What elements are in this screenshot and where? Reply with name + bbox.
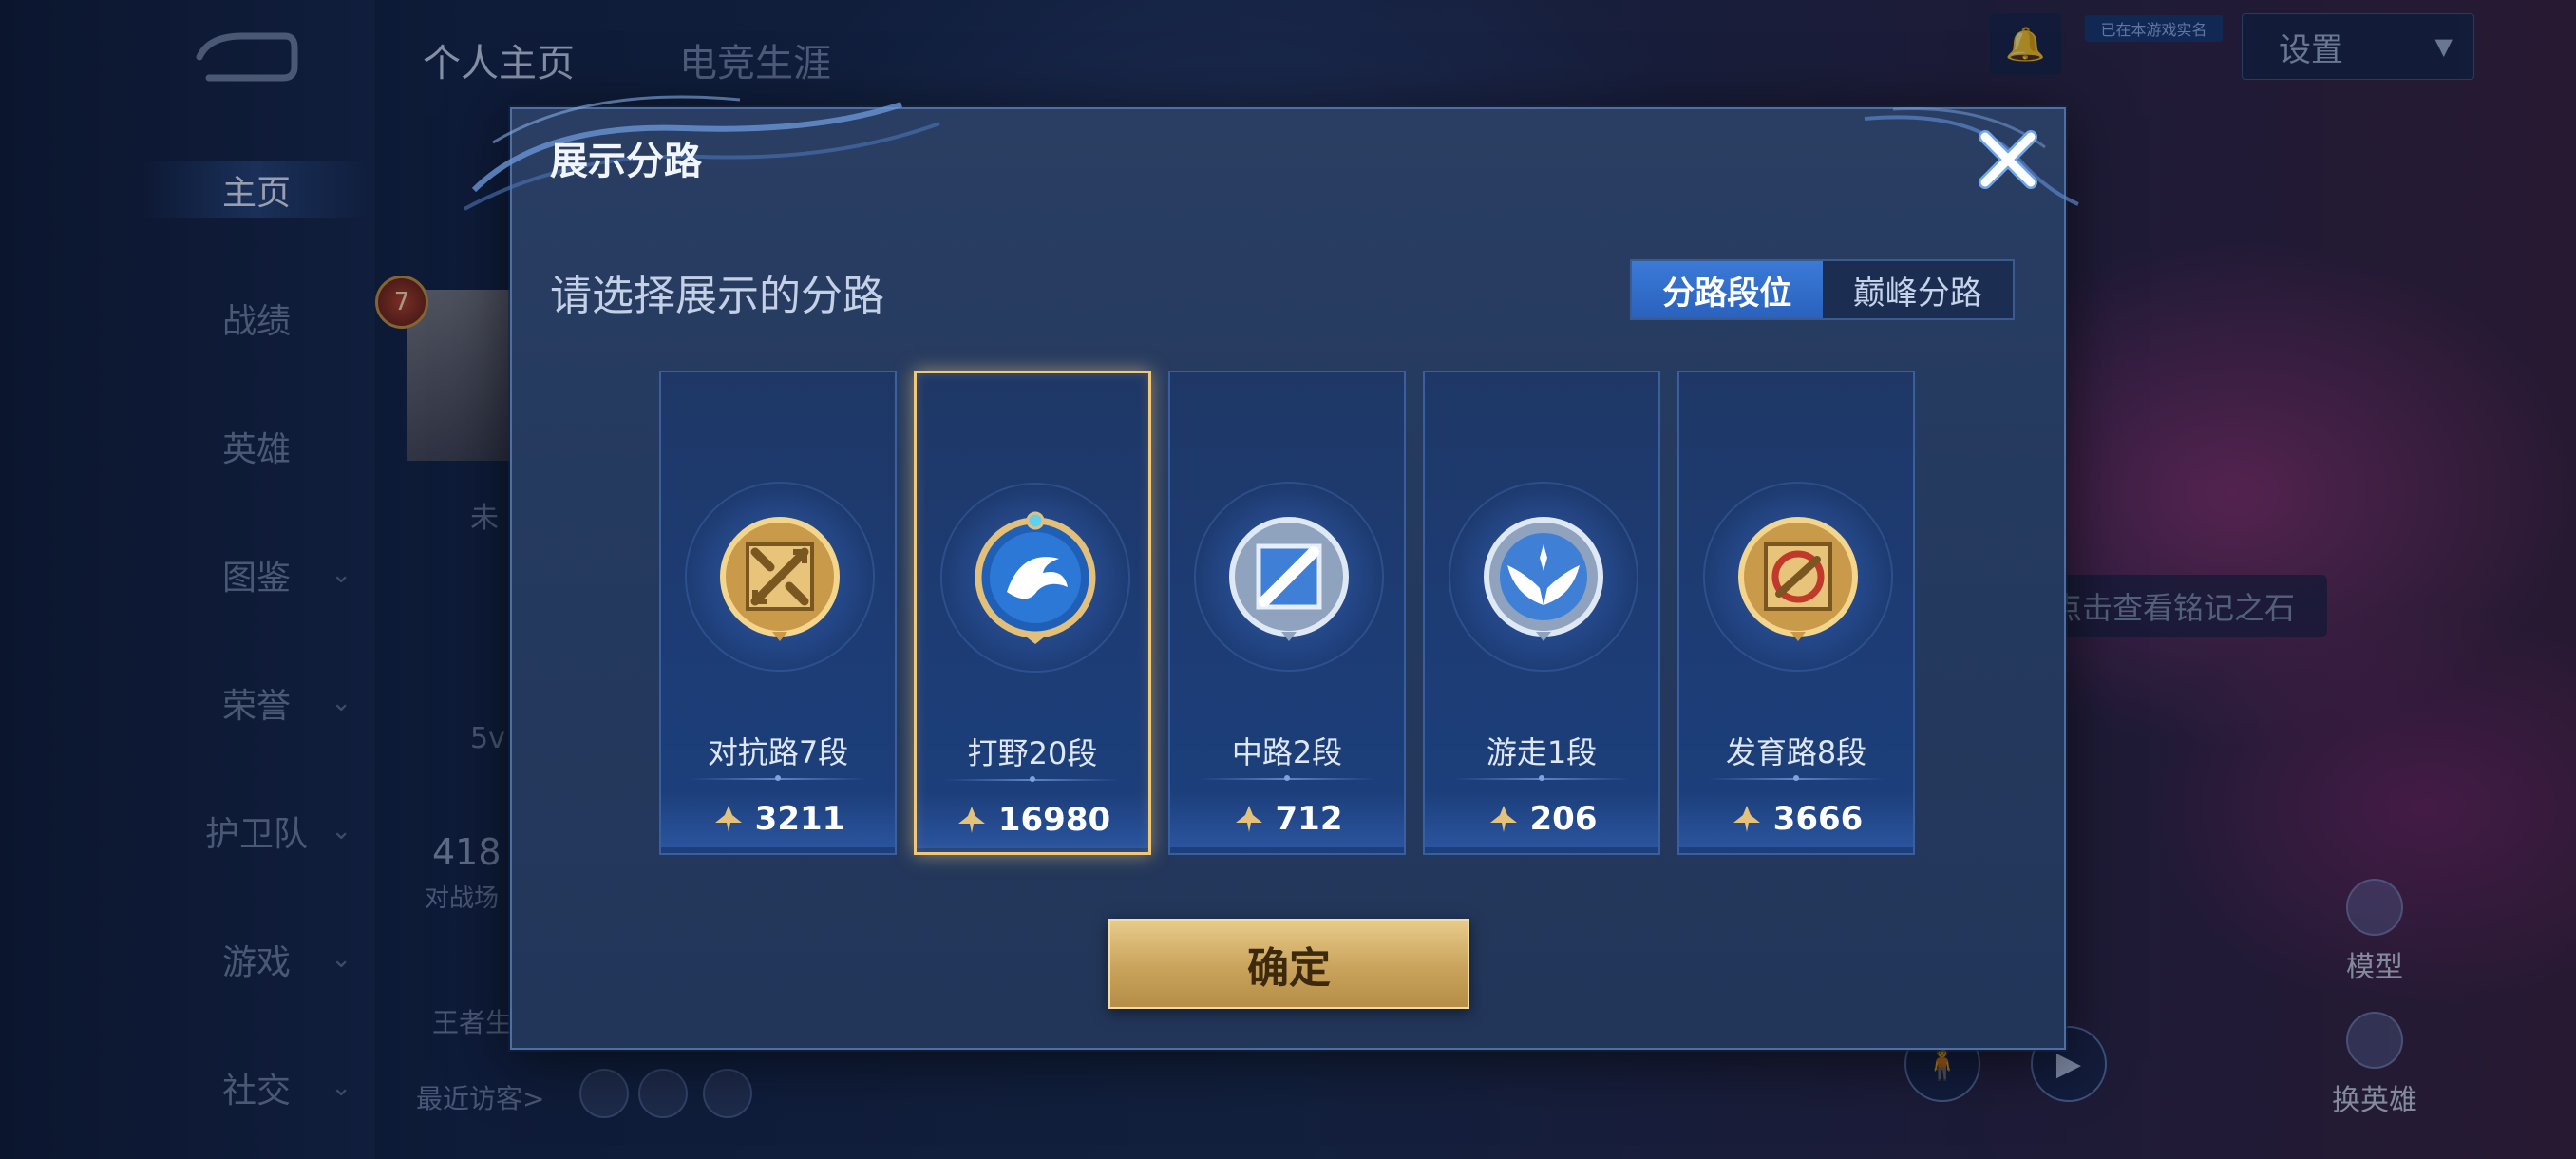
- roam-wings-icon: [1484, 517, 1603, 641]
- close-button[interactable]: [1970, 122, 2046, 198]
- lane-label: 打野20段: [967, 735, 1098, 771]
- toggle-peak-lane[interactable]: 巅峰分路: [1823, 261, 2014, 318]
- lane-card-mid[interactable]: 中路2段 712: [1168, 370, 1406, 855]
- lane-score: 712: [1170, 790, 1404, 847]
- lane-card-farm[interactable]: 发育路8段 3666: [1677, 370, 1915, 855]
- lane-score: 3211: [661, 790, 895, 847]
- card-divider: [1708, 775, 1885, 781]
- lane-card-roam[interactable]: 游走1段 206: [1423, 370, 1660, 855]
- lane-score: 3666: [1679, 790, 1913, 847]
- toggle-lane-rank[interactable]: 分路段位: [1632, 261, 1823, 318]
- clash-lane-icon: [720, 517, 840, 641]
- card-divider: [945, 776, 1120, 782]
- farm-lane-icon: [1738, 517, 1858, 641]
- mid-lane-icon: [1229, 517, 1349, 641]
- lane-score: 16980: [917, 791, 1148, 848]
- lane-points-icon: [957, 807, 985, 833]
- lane-score-value: 16980: [997, 801, 1111, 839]
- lane-card-jungle[interactable]: 打野20段 16980: [914, 370, 1151, 855]
- confirm-button[interactable]: 确定: [1108, 919, 1469, 1009]
- lane-label: 对抗路7段: [707, 734, 849, 770]
- lane-card-clash[interactable]: 对抗路7段 3211: [659, 370, 897, 855]
- lane-score-value: 3211: [754, 800, 845, 838]
- close-icon: [1979, 130, 2037, 189]
- lane-label: 中路2段: [1231, 734, 1343, 770]
- card-divider: [1199, 775, 1375, 781]
- lane-score-value: 206: [1529, 800, 1598, 838]
- dialog-corner-decoration: [1864, 107, 2079, 206]
- jungle-dragon-icon: [975, 511, 1096, 644]
- lane-points-icon: [1235, 806, 1262, 832]
- dialog-title: 展示分路: [550, 140, 702, 183]
- lane-label: 发育路8段: [1725, 734, 1867, 770]
- lane-points-icon: [1489, 806, 1517, 832]
- lane-score: 206: [1425, 790, 1658, 847]
- dialog-ribbon-decoration: [464, 95, 940, 211]
- lane-score-value: 712: [1275, 800, 1343, 838]
- lane-display-dialog: 展示分路 请选择展示的分路 分路段位 巅峰分路 对抗路7段 3211 打野20段…: [464, 95, 2079, 1050]
- lane-points-icon: [714, 806, 742, 832]
- lane-label: 游走1段: [1486, 734, 1598, 770]
- lane-points-icon: [1733, 806, 1760, 832]
- card-divider: [690, 775, 866, 781]
- card-divider: [1453, 775, 1630, 781]
- dialog-subtitle: 请选择展示的分路: [550, 272, 884, 320]
- lane-mode-toggle: 分路段位 巅峰分路: [1630, 259, 2015, 320]
- lane-score-value: 3666: [1772, 800, 1864, 838]
